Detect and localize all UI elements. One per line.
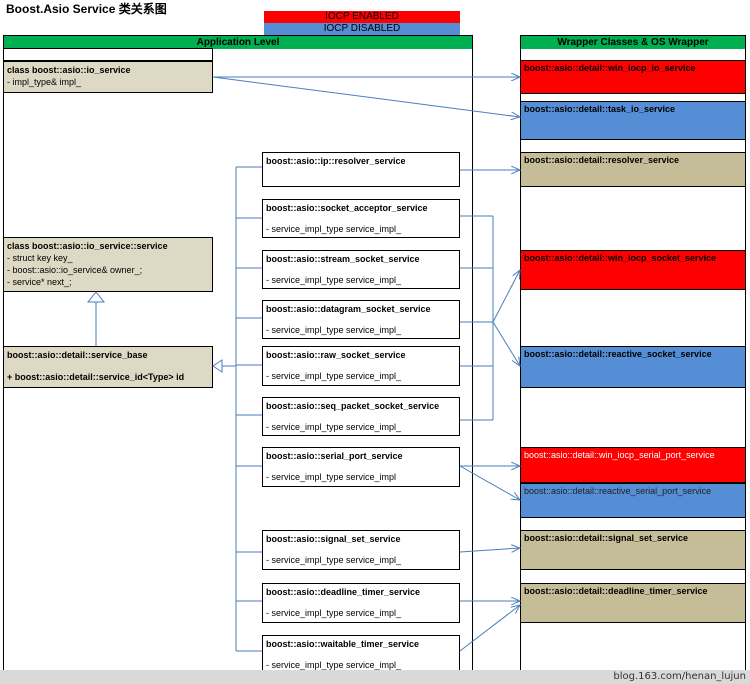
connector [459,465,520,500]
connector [492,321,520,366]
connector [459,548,520,552]
connector [492,270,520,323]
connector-lines [86,0,750,652]
connector [459,605,520,652]
inheritance-arrowhead [212,359,223,373]
watermark: blog.163.com/henan_lujun [613,671,746,682]
inheritance-arrowhead [86,291,106,303]
connector [212,76,520,117]
